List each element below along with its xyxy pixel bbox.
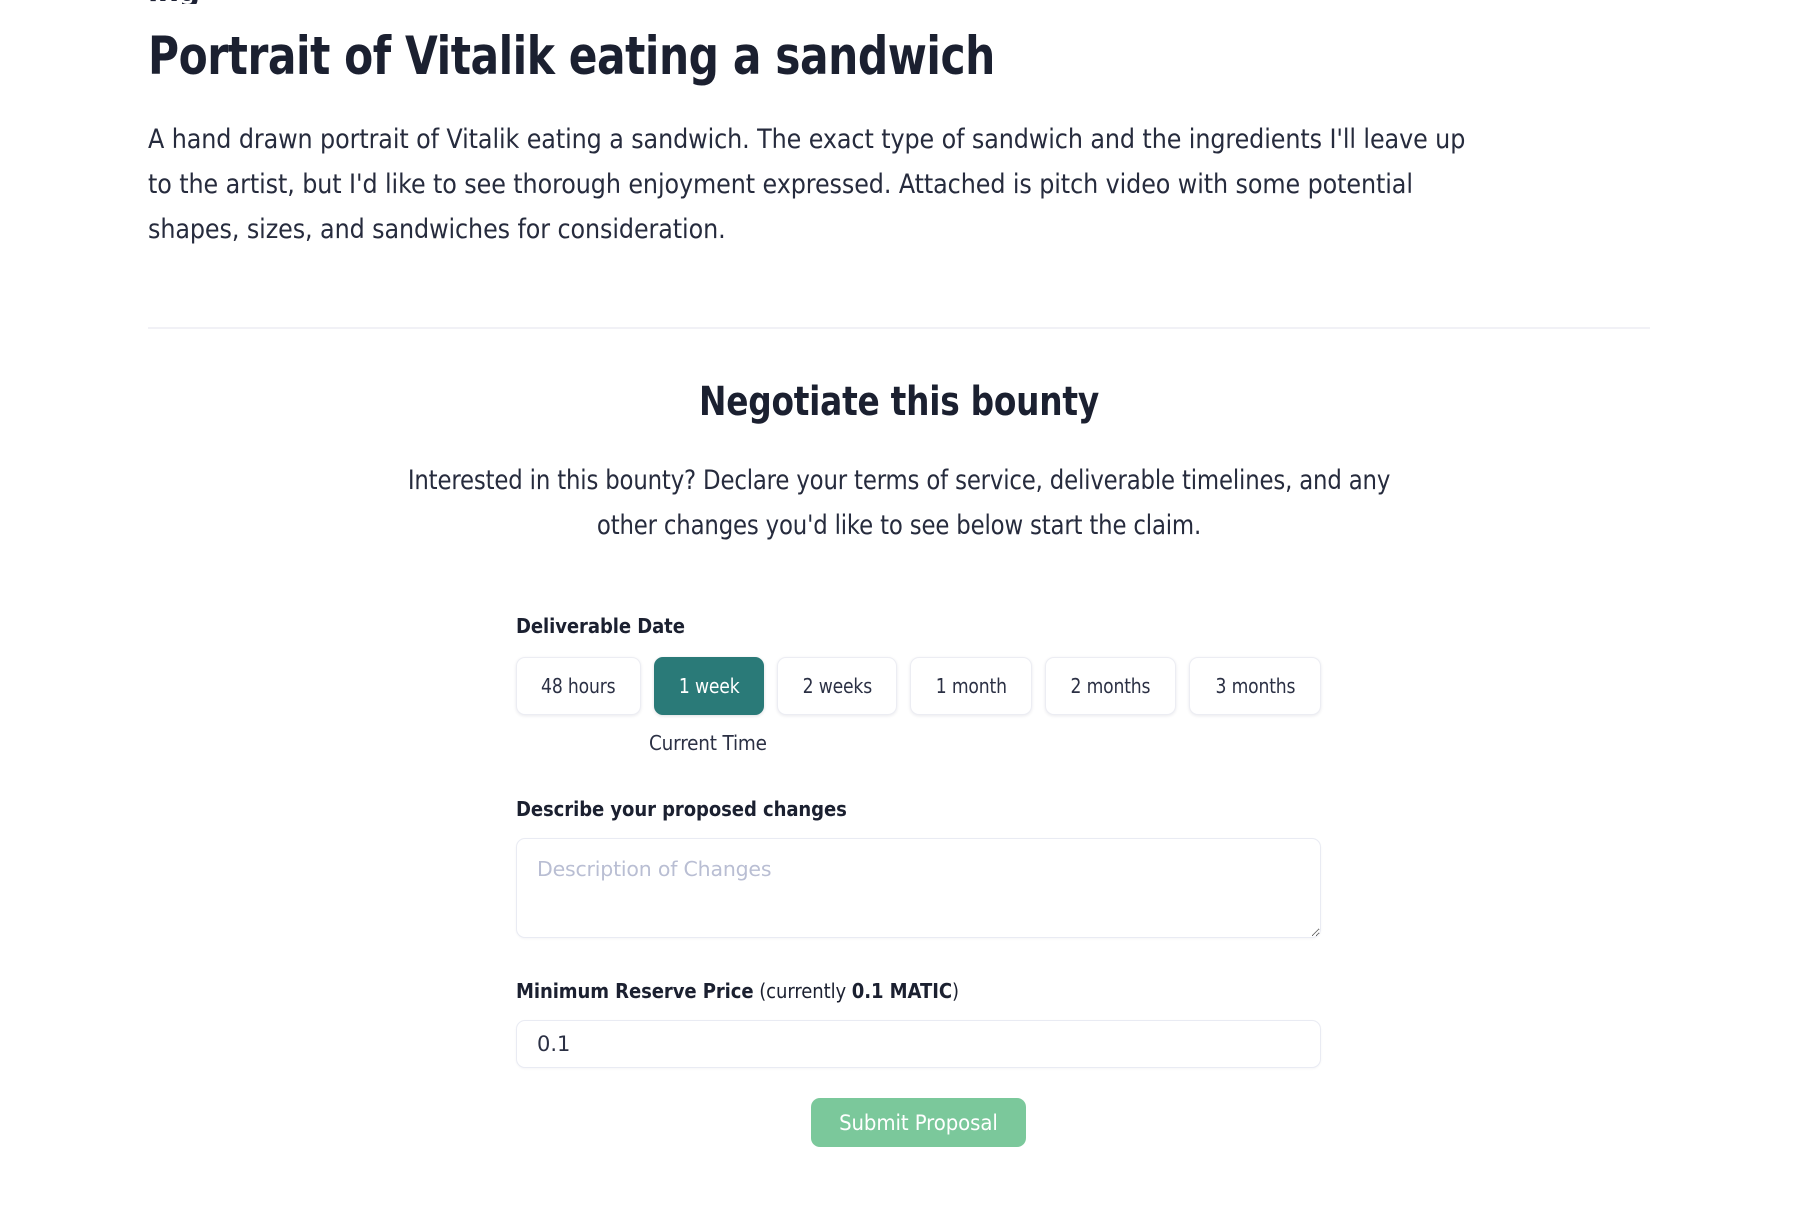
deliverable-date-option-label: 1 week [679,674,740,698]
reserve-price-label-main: Minimum Reserve Price [516,979,754,1003]
negotiate-section: Negotiate this bounty Interested in this… [148,378,1650,548]
proposed-changes-field: Describe your proposed changes [516,796,1321,938]
deliverable-date-field: Deliverable Date 48 hours 1 week 2 weeks 1 … [516,613,1321,755]
submit-proposal-label: Submit Proposal [839,1110,998,1135]
deliverable-date-option[interactable]: 1 month [910,657,1032,715]
deliverable-date-option-label: 48 hours [541,674,617,698]
negotiation-form: Deliverable Date 48 hours 1 week 2 weeks 1 … [516,613,1321,1147]
negotiate-heading: Negotiate this bounty [699,379,1099,425]
proposed-changes-input[interactable] [516,838,1321,938]
reserve-price-label: Minimum Reserve Price (currently 0.1 MAT… [516,978,1224,1004]
deliverable-date-label: Deliverable Date [516,614,685,638]
page-title: Portrait of Vitalik eating a sandwich [148,26,995,87]
section-divider [148,327,1650,329]
deliverable-date-option-label: 1 month [935,674,1007,698]
submit-proposal-button[interactable]: Submit Proposal [811,1098,1026,1147]
deliverable-date-option-label: 2 weeks [802,674,873,698]
bounty-negotiate-page: ing Portrait of Vitalik eating a sandwic… [0,0,1796,1220]
reserve-price-current-value: 0.1 MATIC [851,979,952,1003]
deliverable-date-options: 48 hours 1 week 2 weeks 1 month 2 months 3 mo… [516,657,1321,715]
proposed-changes-label: Describe your proposed changes [516,797,847,821]
page-content: Portrait of Vitalik eating a sandwich A … [148,0,1650,1147]
deliverable-date-option[interactable]: 48 hours [516,657,642,715]
deliverable-date-option[interactable]: 3 months [1189,657,1321,715]
reserve-price-label-suffix: ) [951,979,959,1003]
current-time-helper: Current Time [649,731,767,755]
deliverable-date-option[interactable]: 1 week [654,657,765,715]
bounty-description: A hand drawn portrait of Vitalik eating … [148,123,1466,245]
deliverable-date-option-label: 3 months [1215,674,1296,698]
reserve-price-input[interactable] [516,1020,1321,1068]
deliverable-date-option-label: 2 months [1070,674,1151,698]
reserve-price-label-prefix: (currently [753,979,852,1003]
deliverable-date-option[interactable]: 2 weeks [777,657,898,715]
submit-row: Submit Proposal [516,1098,1321,1147]
reserve-price-field: Minimum Reserve Price (currently 0.1 MAT… [516,978,1321,1068]
negotiate-subtitle: Interested in this bounty? Declare your … [407,465,1391,541]
deliverable-date-option[interactable]: 2 months [1044,657,1177,715]
